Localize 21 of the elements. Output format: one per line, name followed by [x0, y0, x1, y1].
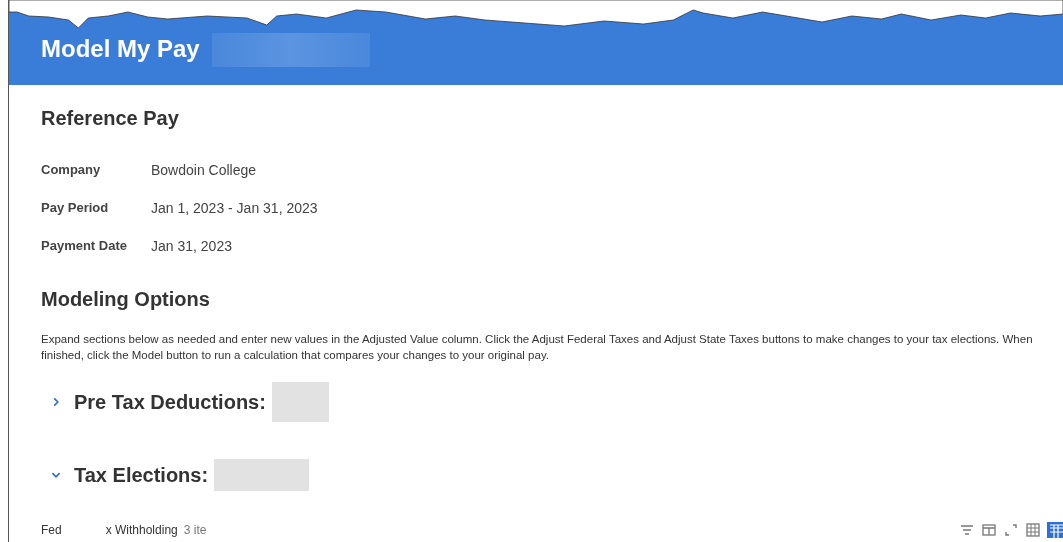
field-value: Jan 31, 2023 — [151, 238, 232, 254]
field-value: Jan 1, 2023 - Jan 31, 2023 — [151, 200, 318, 216]
table-title: x Withholding — [105, 523, 178, 537]
grid-icon[interactable] — [1025, 522, 1041, 538]
section-title: Tax Elections: — [74, 463, 209, 487]
grid-icon[interactable] — [1047, 522, 1063, 538]
section-title: Pre Tax Deductions: — [74, 390, 266, 414]
field-value: Bowdoin College — [151, 162, 257, 178]
instructions-text: Expand sections below as needed and enter new values in the Adjusted Value column. Click the Adjust Federal Taxes and Adjust State Taxes buttons to make changes to your tax elections. When finished, click the Model button to run a calculation that compares your changes to your original pay. — [41, 332, 1034, 363]
table-title: Fed — [41, 523, 62, 537]
filter-icon[interactable] — [959, 522, 975, 538]
expand-icon[interactable] — [1003, 522, 1019, 538]
redacted-block — [271, 382, 329, 422]
page-title: Model My Pay — [41, 35, 200, 63]
field-label: Payment Date — [41, 238, 128, 254]
item-count: 3 ite — [183, 523, 207, 537]
field-label: Pay Period — [41, 200, 110, 216]
field-label: Company — [41, 162, 102, 178]
section-heading: Reference Pay — [41, 107, 180, 130]
layout-icon[interactable] — [981, 522, 997, 538]
section-heading: Modeling Options — [41, 288, 211, 311]
